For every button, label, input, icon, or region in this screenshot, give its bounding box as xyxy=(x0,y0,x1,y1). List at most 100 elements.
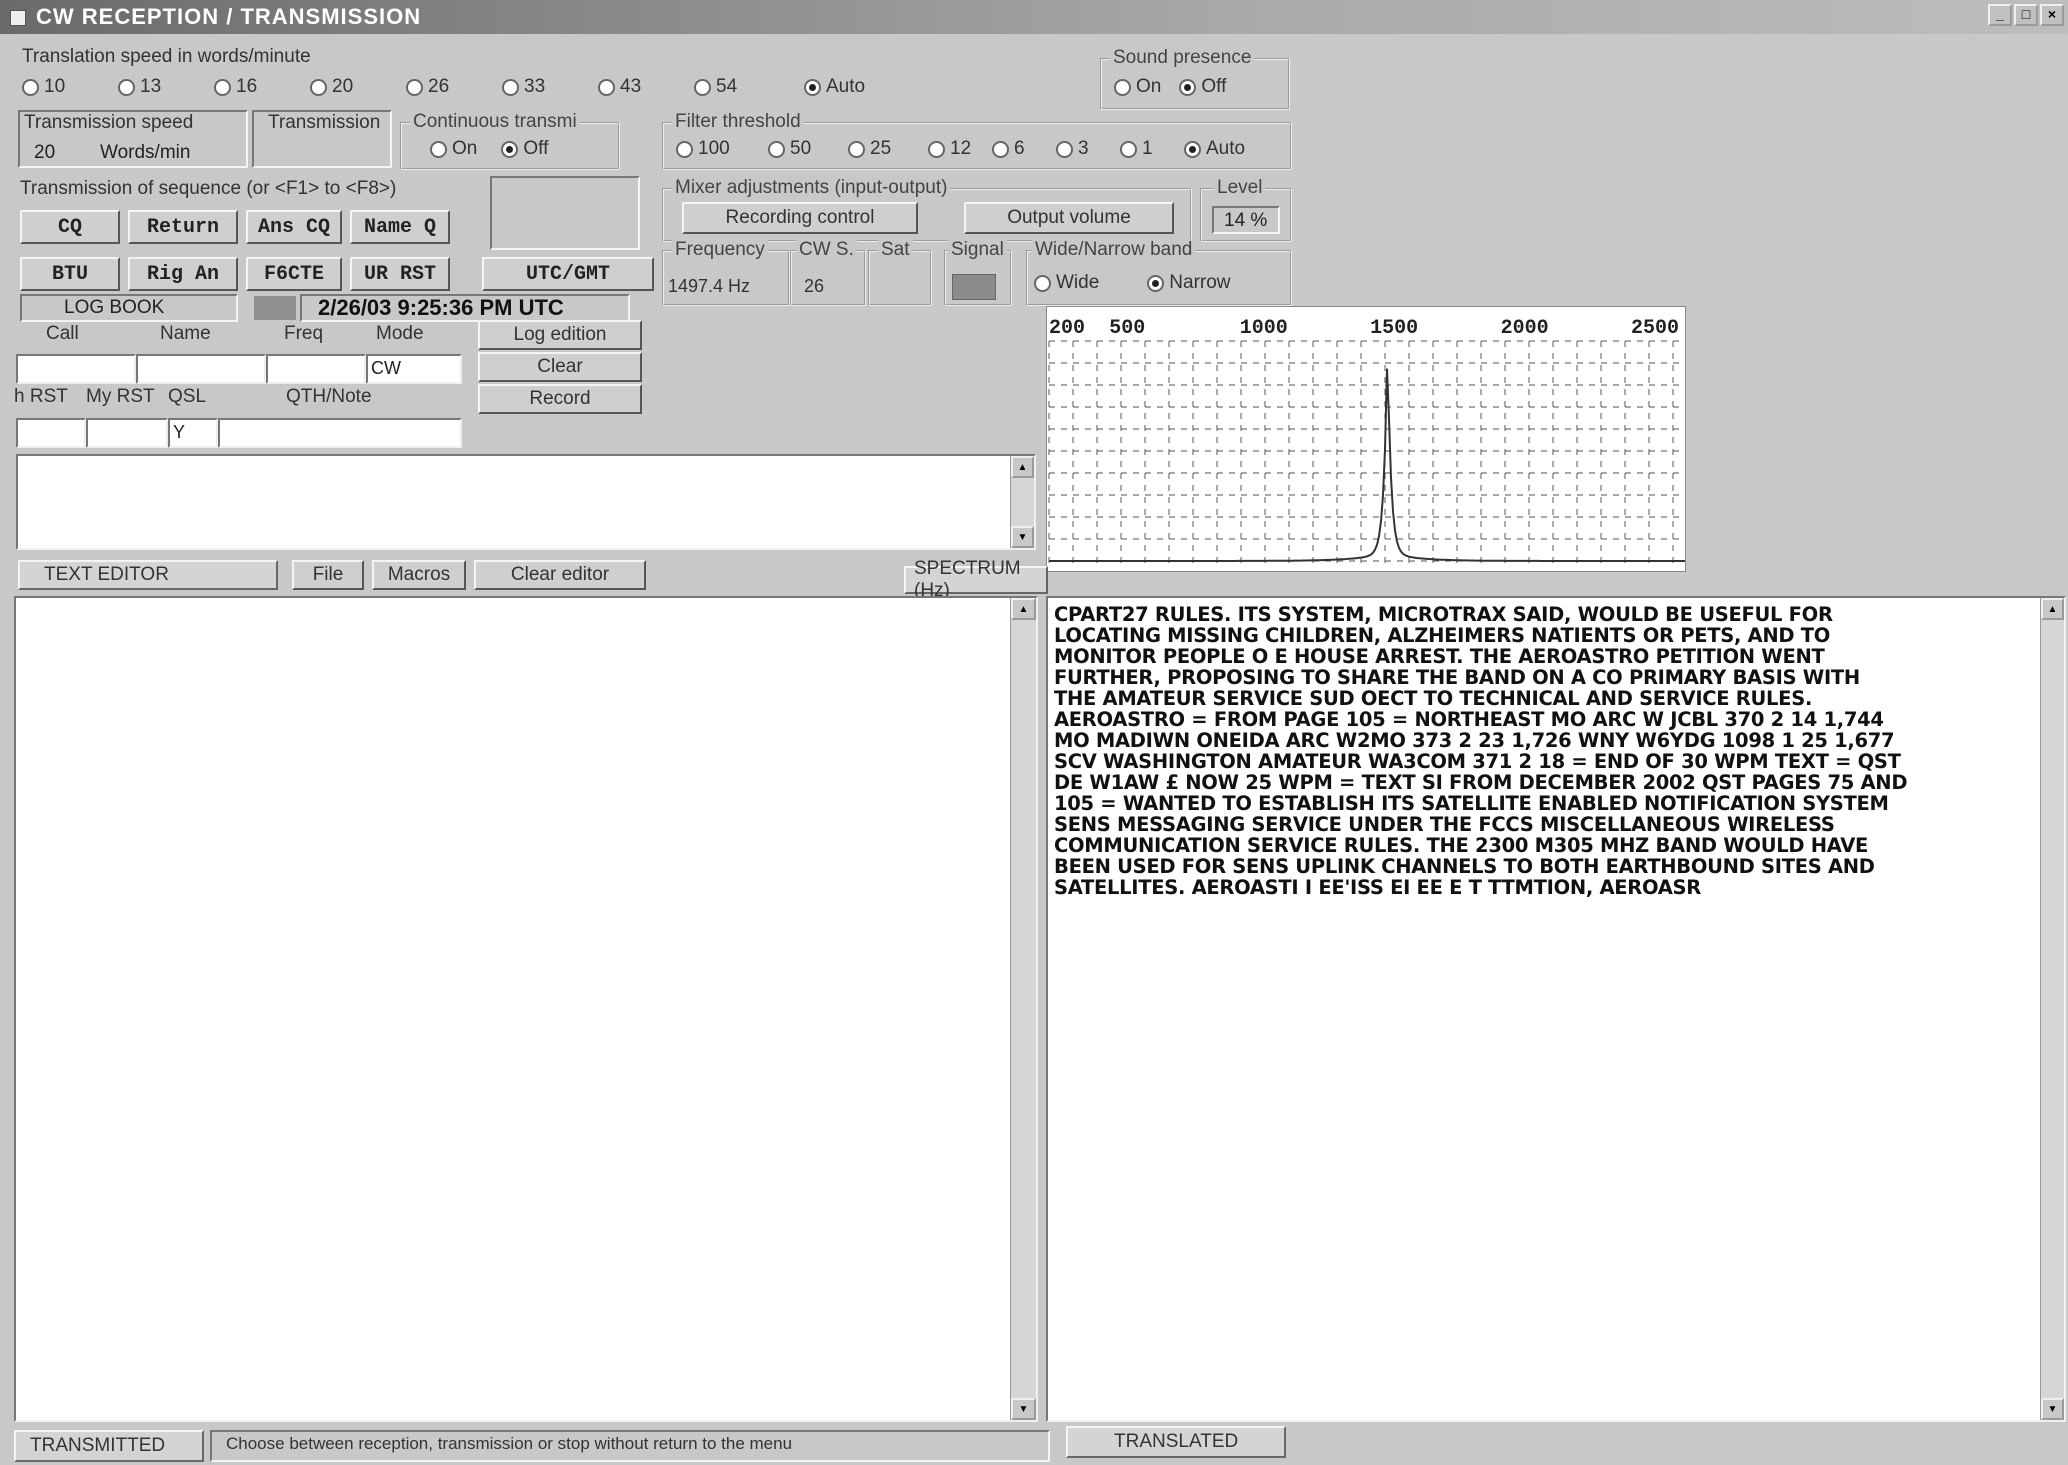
sound-off-radio[interactable]: Off xyxy=(1179,76,1226,98)
log-edition-button[interactable]: Log edition xyxy=(478,320,642,350)
clear-editor-button[interactable]: Clear editor xyxy=(474,560,646,590)
status-hint: Choose between reception, transmission o… xyxy=(210,1430,1050,1462)
sequence-button-cq[interactable]: CQ xyxy=(20,210,120,244)
filter-radio-100[interactable]: 100 xyxy=(676,138,768,160)
spectrum-panel: 200 500 1000 1500 2000 2500 xyxy=(1046,306,1686,572)
level-group: Level 14 % xyxy=(1200,177,1292,242)
radio-label: 3 xyxy=(1078,138,1089,159)
text-editor-tab[interactable]: TEXT EDITOR xyxy=(18,560,278,590)
qth-note-field[interactable] xyxy=(218,418,462,448)
sequence-button-rig-an[interactable]: Rig An xyxy=(128,257,238,291)
speed-radio-10[interactable]: 10 xyxy=(22,76,118,98)
radio-indicator xyxy=(1184,140,1201,158)
radio-indicator xyxy=(992,140,1009,158)
sequence-button-btu[interactable]: BTU xyxy=(20,257,120,291)
level-label: Level xyxy=(1214,177,1266,199)
qsl-field[interactable]: Y xyxy=(168,418,218,448)
scroll-up-icon[interactable]: ▲ xyxy=(1011,598,1036,620)
call-field[interactable] xyxy=(16,354,136,384)
filter-radio-12[interactable]: 12 xyxy=(928,138,992,160)
sequence-button-ans-cq[interactable]: Ans CQ xyxy=(246,210,342,244)
translation-speed-label: Translation speed in words/minute xyxy=(22,46,311,67)
spectrum-tick-label: 1500 xyxy=(1370,317,1418,340)
radio-label: 20 xyxy=(332,76,354,97)
editor-scrollbar[interactable]: ▲ ▼ xyxy=(1010,598,1036,1420)
transmission-label: Transmission xyxy=(268,112,381,133)
scroll-up-icon[interactable]: ▲ xyxy=(1011,456,1034,478)
signal-label: Signal xyxy=(948,239,1007,261)
scroll-down-icon[interactable]: ▼ xyxy=(1011,526,1034,548)
frequency-group: Frequency 1497.4 Hz xyxy=(662,239,790,306)
output-volume-button[interactable]: Output volume xyxy=(964,202,1174,234)
my-rst-field[interactable] xyxy=(86,418,168,448)
filter-threshold-label: Filter threshold xyxy=(672,111,804,133)
transmission-panel[interactable]: Transmission xyxy=(252,110,392,168)
sequence-button-return[interactable]: Return xyxy=(128,210,238,244)
speed-radio-20[interactable]: 20 xyxy=(310,76,406,98)
signal-indicator xyxy=(952,274,996,300)
log-list[interactable] xyxy=(16,454,1036,550)
transmission-speed-unit: Words/min xyxy=(100,142,191,163)
scroll-down-icon[interactable]: ▼ xyxy=(2041,1398,2064,1420)
scroll-up-icon[interactable]: ▲ xyxy=(2041,598,2064,620)
freq-field[interactable] xyxy=(266,354,366,384)
translated-text-area[interactable]: CPART27 RULES. ITS SYSTEM, MICROTRAX SAI… xyxy=(1046,596,2066,1422)
sequence-button-ur-rst[interactable]: UR RST xyxy=(350,257,450,291)
transmitted-tab[interactable]: TRANSMITTED xyxy=(14,1430,204,1462)
text-editor-area[interactable] xyxy=(14,596,1038,1422)
continuous-on-radio[interactable]: On xyxy=(430,138,477,160)
speed-radio-33[interactable]: 33 xyxy=(502,76,598,98)
speed-radio-auto[interactable]: Auto xyxy=(804,76,900,98)
scroll-down-icon[interactable]: ▼ xyxy=(1011,1398,1036,1420)
clear-log-button[interactable]: Clear xyxy=(478,352,642,382)
recording-control-button[interactable]: Recording control xyxy=(682,202,918,234)
translated-text: CPART27 RULES. ITS SYSTEM, MICROTRAX SAI… xyxy=(1054,603,1908,899)
filter-radio-6[interactable]: 6 xyxy=(992,138,1056,160)
mode-field[interactable]: CW xyxy=(366,354,462,384)
radio-label: 1 xyxy=(1142,138,1153,159)
maximize-button[interactable]: □ xyxy=(2014,4,2038,26)
file-button[interactable]: File xyxy=(292,560,364,590)
radio-label: Auto xyxy=(1206,138,1246,159)
continuous-off-radio[interactable]: Off xyxy=(501,138,548,160)
minimize-button[interactable]: _ xyxy=(1988,4,2012,26)
log-list-scrollbar[interactable]: ▲ ▼ xyxy=(1010,456,1034,548)
qth-note-header: QTH/Note xyxy=(286,386,372,407)
macros-button[interactable]: Macros xyxy=(372,560,466,590)
band-group: Wide/Narrow band Wide Narrow xyxy=(1026,239,1292,306)
name-field[interactable] xyxy=(136,354,266,384)
transmission-speed-value[interactable]: 20 xyxy=(34,142,55,164)
filter-radio-auto[interactable]: Auto xyxy=(1184,138,1248,160)
band-label: Wide/Narrow band xyxy=(1032,239,1196,261)
sequence-button-f6cte[interactable]: F6CTE xyxy=(246,257,342,291)
radio-indicator xyxy=(501,140,519,158)
speed-radio-43[interactable]: 43 xyxy=(598,76,694,98)
record-button[interactable]: Record xyxy=(478,384,642,414)
radio-indicator xyxy=(1179,78,1197,96)
freq-header: Freq xyxy=(284,323,324,344)
translated-tab[interactable]: TRANSLATED xyxy=(1066,1426,1286,1458)
transmission-speed-label: Transmission speed xyxy=(24,112,194,133)
spectrum-trace xyxy=(1049,368,1685,562)
utc-gmt-button[interactable]: UTC/GMT xyxy=(482,257,654,291)
sound-on-radio[interactable]: On xyxy=(1114,76,1161,98)
spectrum-tick-label: 1000 xyxy=(1240,317,1288,340)
filter-radio-50[interactable]: 50 xyxy=(768,138,848,160)
speed-radio-13[interactable]: 13 xyxy=(118,76,214,98)
wide-band-radio[interactable]: Wide xyxy=(1034,272,1099,294)
radio-indicator xyxy=(928,140,945,158)
his-rst-field[interactable] xyxy=(16,418,86,448)
speed-radio-16[interactable]: 16 xyxy=(214,76,310,98)
radio-label: On xyxy=(452,138,478,159)
radio-indicator xyxy=(1114,78,1131,96)
narrow-band-radio[interactable]: Narrow xyxy=(1147,272,1231,294)
filter-radio-1[interactable]: 1 xyxy=(1120,138,1184,160)
speed-radio-26[interactable]: 26 xyxy=(406,76,502,98)
filter-radio-3[interactable]: 3 xyxy=(1056,138,1120,160)
speed-radio-54[interactable]: 54 xyxy=(694,76,804,98)
filter-radio-25[interactable]: 25 xyxy=(848,138,928,160)
sequence-button-name-q[interactable]: Name Q xyxy=(350,210,450,244)
close-button[interactable]: × xyxy=(2040,4,2064,26)
translated-scrollbar[interactable]: ▲ ▼ xyxy=(2040,598,2064,1420)
radio-indicator xyxy=(310,78,327,96)
